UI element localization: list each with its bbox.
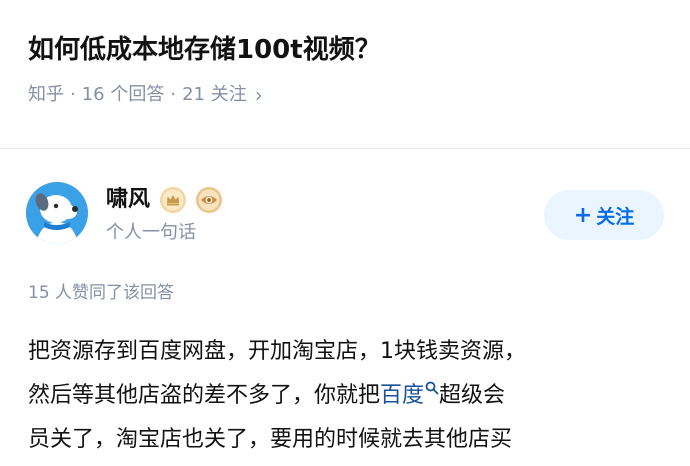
meta-separator: · bbox=[170, 84, 177, 105]
followers-count: 21 关注 bbox=[182, 84, 247, 105]
follow-button[interactable]: + 关注 bbox=[544, 190, 664, 240]
votes-count: 15 人赞同了该回答 bbox=[28, 283, 175, 303]
source-label: 知乎 bbox=[28, 84, 64, 105]
answer-page: 如何低成本地存储100t视频？ 知乎 · 16 个回答 · 21 关注 › 啸风… bbox=[0, 0, 690, 466]
question-header: 如何低成本地存储100t视频？ 知乎 · 16 个回答 · 21 关注 › bbox=[28, 28, 666, 108]
question-meta[interactable]: 知乎 · 16 个回答 · 21 关注 › bbox=[28, 82, 666, 108]
author-name-row: 啸风 bbox=[106, 184, 223, 216]
answers-count: 16 个回答 bbox=[81, 84, 165, 105]
keyword-link[interactable]: 百度 bbox=[380, 381, 439, 408]
follow-label: 关注 bbox=[596, 205, 635, 228]
eye-badge-icon[interactable] bbox=[196, 187, 223, 213]
question-title[interactable]: 如何低成本地存储100t视频？ bbox=[28, 28, 666, 72]
crown-badge-icon[interactable] bbox=[160, 187, 187, 213]
dog-avatar-icon bbox=[26, 182, 88, 244]
plus-icon: + bbox=[573, 202, 593, 228]
answer-line: 员关了，淘宝店也关了，要用的时候就去其他店买 bbox=[28, 427, 513, 452]
author-name[interactable]: 啸风 bbox=[106, 184, 150, 216]
answer-text: 然后等其他店盗的差不多了，你就把 bbox=[28, 383, 381, 408]
search-icon bbox=[425, 381, 439, 395]
answer-text: 超级会 bbox=[439, 383, 506, 408]
author-row: 啸风 个人一句话 + 关注 bbox=[26, 182, 664, 246]
answer-body: 把资源存到百度网盘，开加淘宝店，1块钱卖资源， 然后等其他店盗的差不多了，你就把… bbox=[28, 330, 662, 462]
author-bio: 个人一句话 bbox=[106, 222, 196, 243]
chevron-right-icon: › bbox=[254, 83, 263, 107]
keyword-link-text[interactable]: 百度 bbox=[380, 383, 424, 408]
answer-line: 把资源存到百度网盘，开加淘宝店，1块钱卖资源， bbox=[28, 339, 526, 364]
answer-line: 然后等其他店盗的差不多了，你就把百度 超级会 bbox=[28, 374, 662, 418]
avatar[interactable] bbox=[26, 182, 88, 244]
section-divider bbox=[0, 148, 690, 149]
meta-separator: · bbox=[70, 84, 76, 105]
